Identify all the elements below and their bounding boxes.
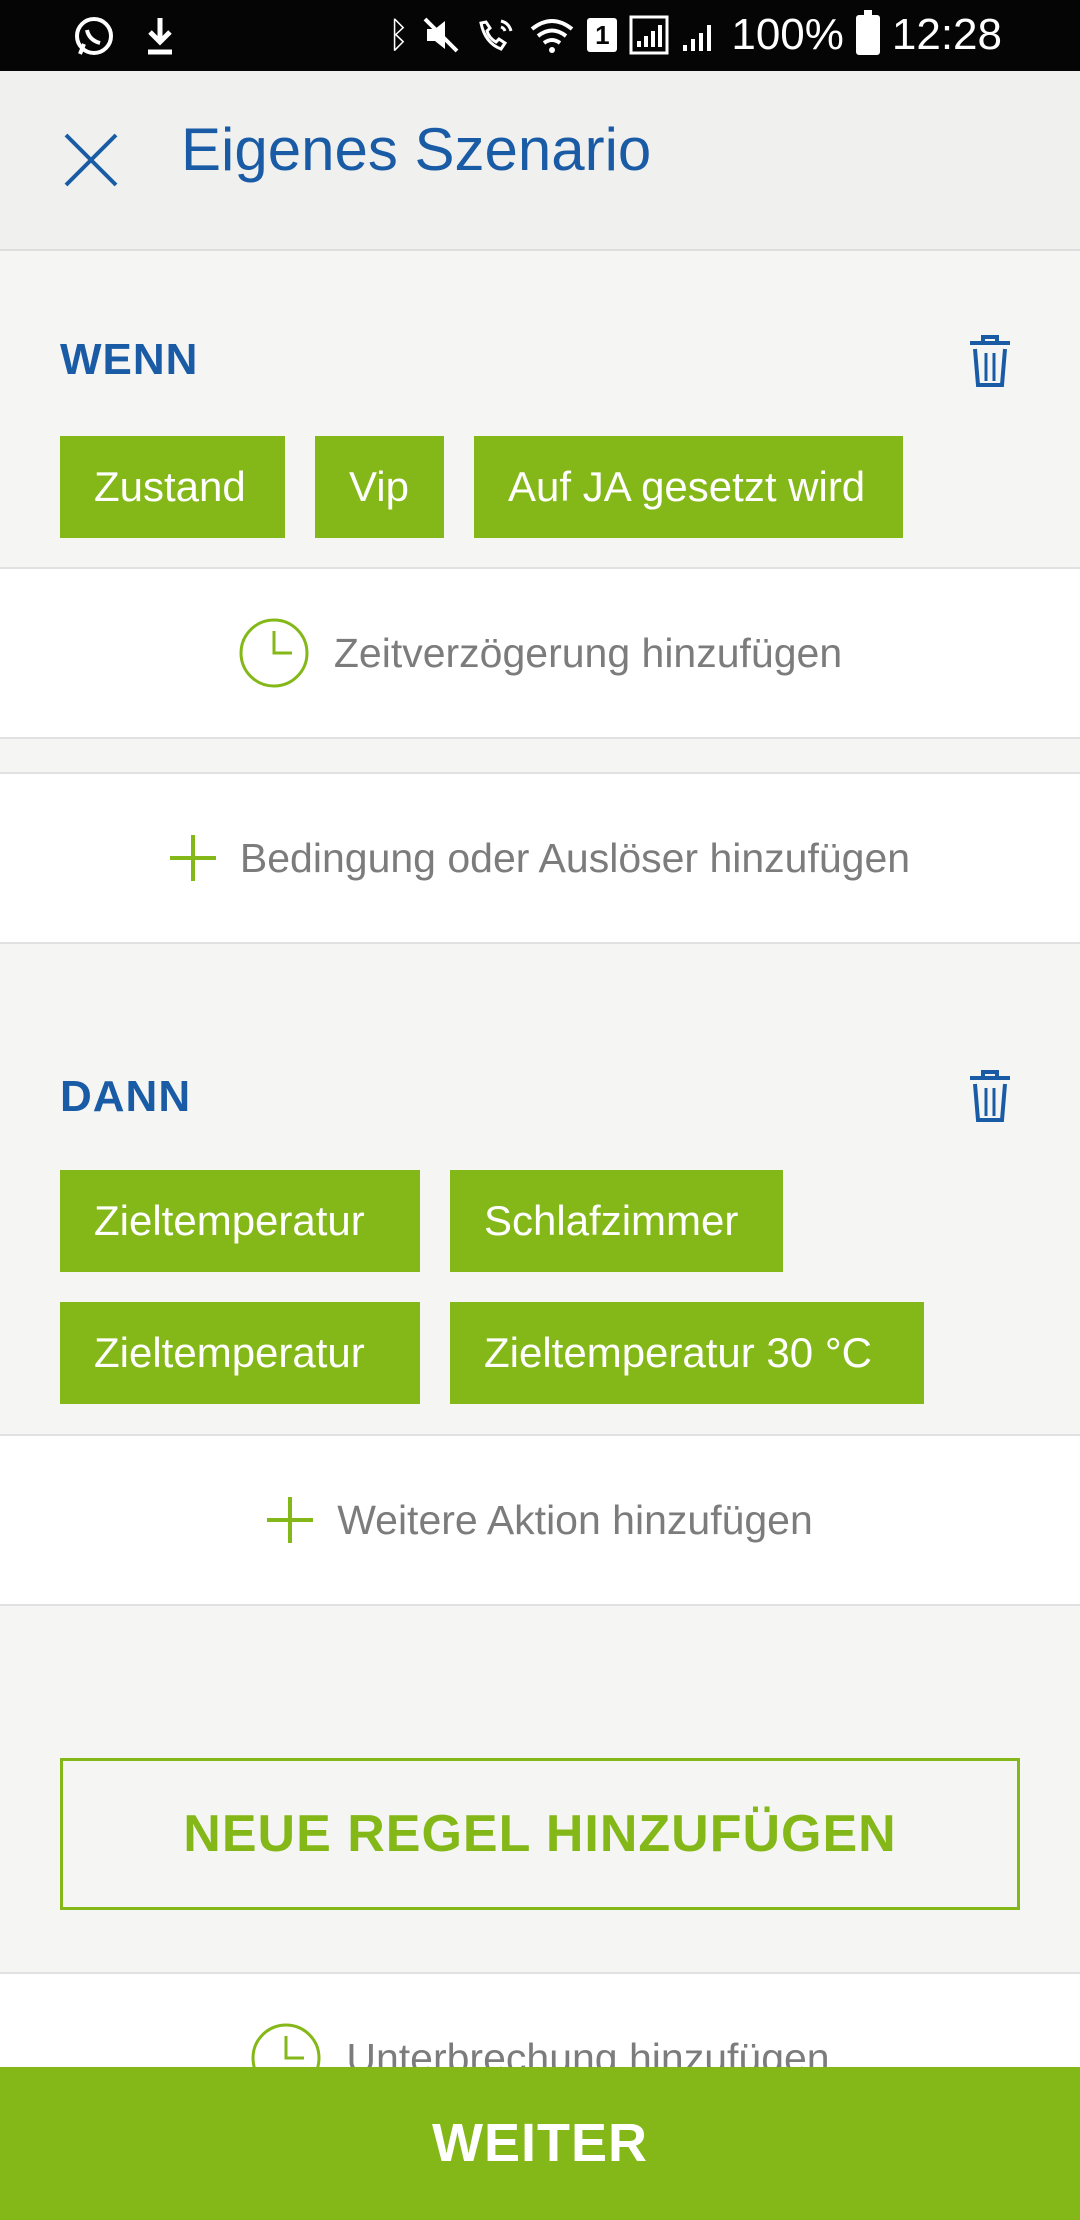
add-condition-label: Bedingung oder Auslöser hinzufügen: [239, 834, 911, 881]
dann-section: DANN Zieltemperatur Schlafzimmer Zieltem…: [0, 944, 1080, 1435]
mute-icon: [423, 17, 459, 53]
page-title: Eigenes Szenario: [181, 116, 652, 183]
wifi-icon: [531, 19, 574, 53]
delay-label: Zeitverzögerung hinzufügen: [333, 629, 843, 676]
close-icon[interactable]: [56, 125, 126, 195]
wenn-chip-state[interactable]: Zustand: [60, 436, 285, 538]
wenn-section: WENN Zustand Vip Auf JA gesetzt wird: [0, 253, 1080, 569]
app-bar: Eigenes Szenario: [0, 71, 1080, 251]
signal-icon: [629, 15, 669, 55]
add-condition-row[interactable]: Bedingung oder Auslöser hinzufügen: [0, 772, 1080, 944]
signal-bars-icon: [683, 25, 712, 51]
delay-row[interactable]: Zeitverzögerung hinzufügen: [0, 567, 1080, 739]
status-right-icons: ᛒ 1 100% 12:28: [388, 10, 1002, 60]
new-rule-button[interactable]: NEUE REGEL HINZUFÜGEN: [60, 1758, 1020, 1910]
plus-icon: [267, 1497, 314, 1543]
sim-badge: 1: [587, 18, 618, 52]
clock-time: 12:28: [891, 10, 1002, 59]
dann-chip-target-temp-value[interactable]: Zieltemperatur 30 °C: [450, 1302, 924, 1404]
wifi-call-icon: [479, 19, 513, 51]
bluetooth-icon: ᛒ: [387, 14, 410, 55]
status-bar: ᛒ 1 100% 12:28: [0, 0, 1080, 71]
dann-chip-target-temp[interactable]: Zieltemperatur: [60, 1170, 420, 1272]
dann-heading: DANN: [60, 1072, 192, 1121]
battery-icon: [855, 10, 880, 55]
wenn-heading: WENN: [60, 335, 199, 384]
whatsapp-icon: [75, 17, 113, 55]
wenn-chip-vip[interactable]: Vip: [315, 436, 444, 538]
plus-icon: [169, 835, 216, 881]
status-left-icons: [72, 14, 178, 58]
trash-icon[interactable]: [966, 1068, 1014, 1124]
wenn-chip-condition[interactable]: Auf JA gesetzt wird: [474, 436, 903, 538]
trash-icon[interactable]: [966, 333, 1014, 389]
battery-percent: 100%: [731, 10, 844, 59]
clock-icon: [239, 618, 309, 688]
continue-button[interactable]: WEITER: [0, 2067, 1080, 2220]
add-action-label: Weitere Aktion hinzufügen: [337, 1496, 813, 1543]
dann-chip-target-temp-2[interactable]: Zieltemperatur: [60, 1302, 420, 1404]
add-action-row[interactable]: Weitere Aktion hinzufügen: [0, 1434, 1080, 1606]
dann-chip-bedroom[interactable]: Schlafzimmer: [450, 1170, 783, 1272]
download-icon: [148, 18, 172, 55]
